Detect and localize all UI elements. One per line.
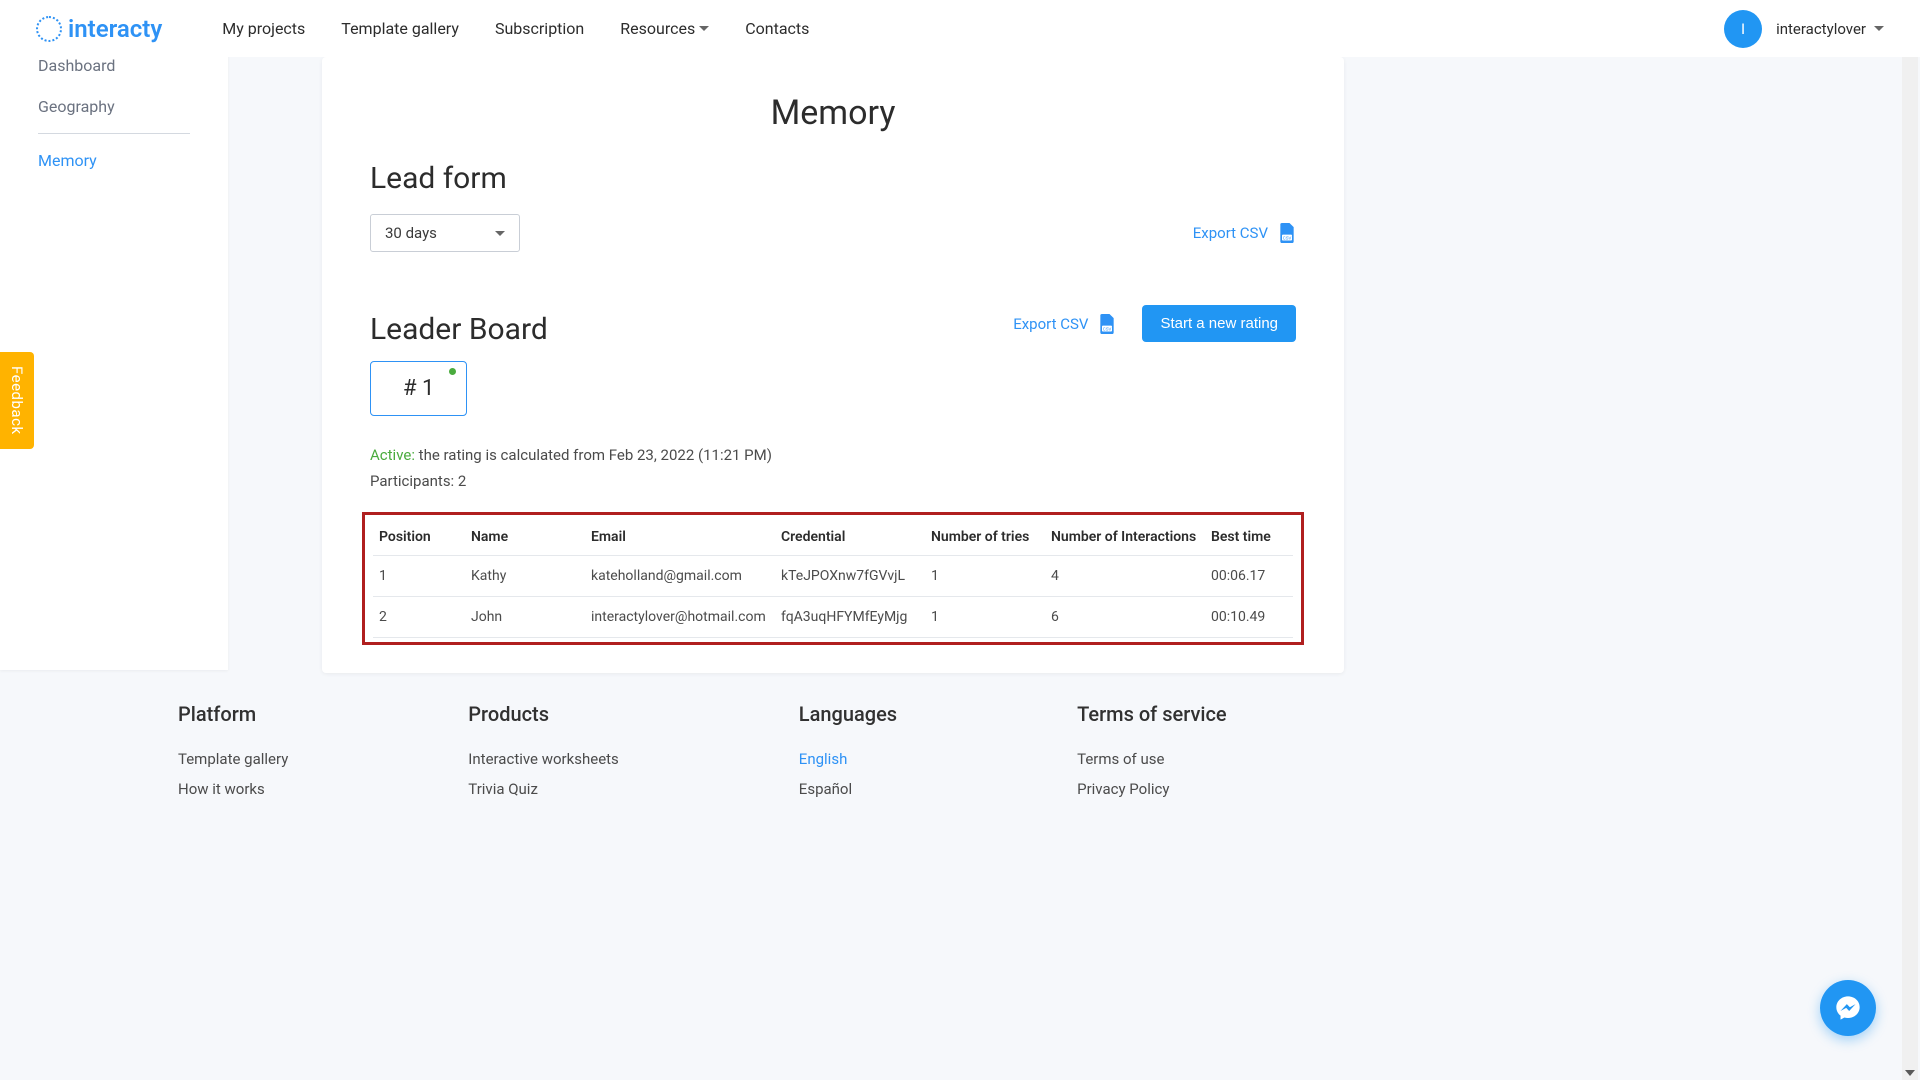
table-row: 1Kathykateholland@gmail.comkTeJPOXnw7fGV… (373, 556, 1293, 597)
scroll-down-icon[interactable] (1905, 1070, 1915, 1076)
messenger-icon (1834, 994, 1862, 1022)
footer-link-espanol[interactable]: Español (799, 780, 897, 798)
lead-form-title: Lead form (370, 161, 1296, 196)
footer-link-privacy-policy[interactable]: Privacy Policy (1077, 780, 1227, 798)
feedback-tab[interactable]: Feedback (0, 352, 34, 449)
status-active-label: Active: (370, 446, 415, 464)
leaderboard-table: Position Name Email Credential Number of… (373, 519, 1293, 638)
footer-link-template-gallery[interactable]: Template gallery (178, 750, 288, 768)
col-interactions: Number of Interactions (1045, 519, 1205, 556)
col-credential: Credential (775, 519, 925, 556)
col-position: Position (373, 519, 465, 556)
logo-burst-icon (36, 16, 62, 42)
cell-interactions: 6 (1045, 597, 1205, 638)
sidebar-divider (38, 133, 190, 134)
cell-credential: fqA3uqHFYMfEyMjg (775, 597, 925, 638)
nav-contacts[interactable]: Contacts (745, 19, 809, 38)
cell-name: Kathy (465, 556, 585, 597)
sidebar-item-dashboard[interactable]: Dashboard (0, 56, 228, 86)
table-row: 2Johninteractylover@hotmail.comfqA3uqHFY… (373, 597, 1293, 638)
footer-link-trivia-quiz[interactable]: Trivia Quiz (468, 780, 619, 798)
leadform-export-csv-link[interactable]: Export CSV CSV (1193, 223, 1296, 243)
footer-col-platform: Platform Template gallery How it works (178, 702, 288, 810)
leaderboard-export-csv-link[interactable]: Export CSV CSV (1013, 314, 1116, 334)
messenger-button[interactable] (1820, 980, 1876, 1036)
username: interactylover (1776, 20, 1884, 38)
page-title: Memory (322, 57, 1344, 149)
main-card: Memory Lead form 30 days Export CSV CSV … (322, 57, 1344, 673)
footer-terms-title: Terms of service (1077, 702, 1227, 726)
avatar: I (1724, 10, 1762, 48)
footer-link-interactive-worksheets[interactable]: Interactive worksheets (468, 750, 619, 768)
footer-link-terms-of-use[interactable]: Terms of use (1077, 750, 1227, 768)
status-text: the rating is calculated from Feb 23, 20… (415, 446, 772, 464)
participants-line: Participants: 2 (370, 472, 1296, 490)
csv-file-icon: CSV (1278, 223, 1296, 243)
footer-languages-title: Languages (799, 702, 897, 726)
col-tries: Number of tries (925, 519, 1045, 556)
cell-name: John (465, 597, 585, 638)
chevron-down-icon (1874, 26, 1884, 31)
status-line: Active: the rating is calculated from Fe… (370, 446, 1296, 464)
svg-text:CSV: CSV (1283, 235, 1292, 240)
cell-interactions: 4 (1045, 556, 1205, 597)
col-best-time: Best time (1205, 519, 1293, 556)
svg-text:CSV: CSV (1103, 326, 1112, 331)
cell-email: interactylover@hotmail.com (585, 597, 775, 638)
nav-subscription[interactable]: Subscription (495, 19, 584, 38)
sidebar: Dashboard Geography Memory (0, 52, 228, 670)
period-selected: 30 days (385, 224, 437, 242)
cell-position: 1 (373, 556, 465, 597)
nav-my-projects[interactable]: My projects (222, 19, 305, 38)
start-new-rating-button[interactable]: Start a new rating (1142, 305, 1296, 342)
period-select[interactable]: 30 days (370, 214, 520, 252)
col-email: Email (585, 519, 775, 556)
active-dot-icon (449, 368, 456, 375)
rating-badge[interactable]: # 1 (370, 361, 467, 416)
footer-products-title: Products (468, 702, 619, 726)
brand-text: interacty (68, 15, 162, 43)
footer-col-languages: Languages English Español (799, 702, 897, 810)
cell-best_time: 00:06.17 (1205, 556, 1293, 597)
top-navbar: interacty My projects Template gallery S… (0, 0, 1920, 57)
table-header-row: Position Name Email Credential Number of… (373, 519, 1293, 556)
leader-board-title: Leader Board (370, 312, 548, 347)
cell-email: kateholland@gmail.com (585, 556, 775, 597)
csv-file-icon: CSV (1098, 314, 1116, 334)
footer-link-how-it-works[interactable]: How it works (178, 780, 288, 798)
cell-tries: 1 (925, 556, 1045, 597)
footer: Platform Template gallery How it works P… (178, 702, 1338, 810)
leaderboard-table-wrap: Position Name Email Credential Number of… (362, 512, 1304, 645)
nav-template-gallery[interactable]: Template gallery (341, 19, 459, 38)
footer-link-english[interactable]: English (799, 750, 897, 768)
sidebar-item-memory[interactable]: Memory (0, 140, 228, 181)
footer-col-products: Products Interactive worksheets Trivia Q… (468, 702, 619, 810)
user-menu[interactable]: I interactylover (1724, 10, 1884, 48)
sidebar-item-geography[interactable]: Geography (0, 86, 228, 127)
nav-resources[interactable]: Resources (620, 19, 709, 38)
cell-position: 2 (373, 597, 465, 638)
scrollbar[interactable] (1902, 0, 1918, 1080)
nav-items: My projects Template gallery Subscriptio… (222, 19, 1724, 38)
cell-best_time: 00:10.49 (1205, 597, 1293, 638)
col-name: Name (465, 519, 585, 556)
chevron-down-icon (699, 26, 709, 31)
brand-logo[interactable]: interacty (36, 15, 162, 43)
cell-tries: 1 (925, 597, 1045, 638)
chevron-down-icon (495, 231, 505, 236)
footer-platform-title: Platform (178, 702, 288, 726)
footer-col-terms: Terms of service Terms of use Privacy Po… (1077, 702, 1227, 810)
cell-credential: kTeJPOXnw7fGVvjL (775, 556, 925, 597)
